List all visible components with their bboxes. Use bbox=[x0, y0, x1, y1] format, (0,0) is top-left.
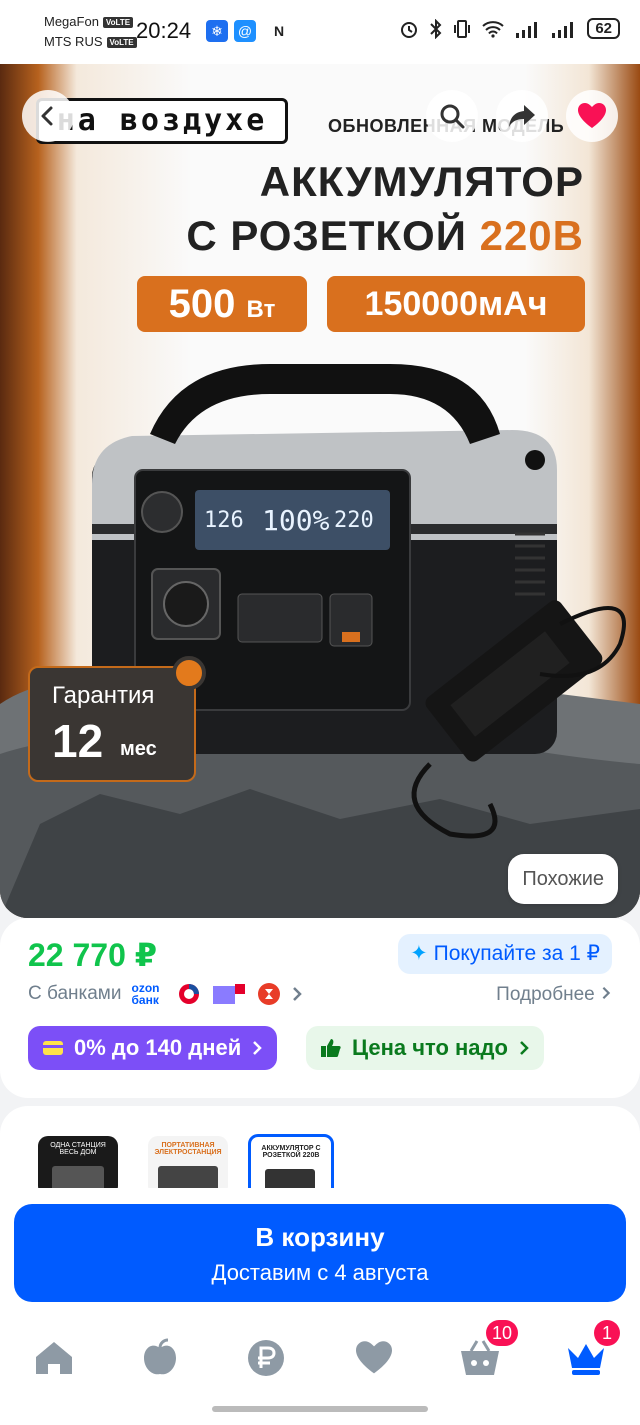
bank-logo-sovcom bbox=[258, 983, 281, 1005]
warranty-unit: мес bbox=[120, 738, 157, 760]
carrier-name: MegaFon bbox=[44, 14, 99, 29]
back-button[interactable] bbox=[22, 90, 74, 142]
carrier-primary: MegaFon VoLTE bbox=[44, 14, 134, 29]
thumbnail-caption: ОДНА СТАНЦИЯ ВЕСЬ ДОМ bbox=[50, 1142, 106, 1156]
product-image[interactable]: на воздухе ОБНОВЛЕННАЯ МОДЕЛЬ АККУМУЛЯТО… bbox=[0, 64, 640, 918]
arrow-left-icon bbox=[41, 106, 53, 126]
installment-button[interactable]: 0% до 140 дней bbox=[28, 1026, 278, 1070]
search-icon bbox=[440, 104, 465, 129]
crown-icon bbox=[568, 1344, 604, 1375]
warranty-badge: Гарантия 12 мес bbox=[28, 656, 206, 782]
chevron-right-icon bbox=[602, 986, 611, 1000]
banks-label: С банками bbox=[28, 983, 122, 1004]
cart-badge: 10 bbox=[486, 1320, 519, 1346]
price-card: 22 770 ₽ ✦ Покупайте за 1 ₽ С банками oz… bbox=[0, 918, 640, 1098]
power-value: 500 bbox=[168, 282, 236, 326]
bank-logo-red bbox=[179, 984, 200, 1004]
power-unit: Вт bbox=[246, 296, 276, 323]
nav-profile[interactable]: 1 bbox=[564, 1320, 620, 1380]
nav-fresh[interactable] bbox=[138, 1336, 182, 1380]
carrier-name: MTS RUS bbox=[44, 34, 103, 49]
volte-badge: VoLTE bbox=[102, 17, 134, 29]
bottom-navigation: 10 1 bbox=[0, 1314, 640, 1425]
apple-icon bbox=[144, 1338, 176, 1375]
lcd-input: 126 bbox=[204, 508, 244, 533]
snowflake-icon: ❄ bbox=[206, 20, 228, 42]
banks-row[interactable]: С банками ozon банк bbox=[28, 982, 303, 1006]
gesture-bar bbox=[212, 1406, 428, 1412]
battery-indicator: 62 bbox=[587, 18, 620, 39]
details-label: Подробнее bbox=[496, 984, 595, 1005]
fair-price-label: Цена что надо bbox=[352, 1035, 508, 1060]
alarm-icon bbox=[401, 21, 418, 38]
search-button[interactable] bbox=[426, 90, 478, 142]
warranty-value: 12 bbox=[52, 715, 104, 767]
lcd-percent: 100% bbox=[262, 504, 330, 537]
promo-label: Покупайте за 1 ₽ bbox=[433, 942, 600, 965]
chevron-right-icon bbox=[520, 1041, 529, 1055]
chevron-right-icon bbox=[253, 1041, 263, 1055]
lcd-output: 220 bbox=[334, 508, 374, 533]
profile-badge: 1 bbox=[594, 1320, 620, 1346]
nav-finance[interactable] bbox=[244, 1336, 288, 1380]
heart-icon bbox=[578, 103, 606, 128]
thumbnail-caption: ПОРТАТИВНАЯ ЭЛЕКТРОСТАНЦИЯ bbox=[154, 1142, 222, 1156]
at-icon: @ bbox=[234, 20, 256, 42]
signal-icon bbox=[552, 21, 574, 38]
share-icon bbox=[509, 105, 535, 127]
cart-label: В корзину bbox=[255, 1222, 385, 1252]
share-button[interactable] bbox=[496, 90, 548, 142]
clock: 20:24 bbox=[136, 18, 192, 43]
thumbnail-1[interactable]: ОДНА СТАНЦИЯ ВЕСЬ ДОМ bbox=[38, 1136, 118, 1196]
card-icon bbox=[43, 1041, 63, 1055]
title-text: С РОЗЕТКОЙ bbox=[186, 212, 467, 259]
similar-button[interactable]: Похожие bbox=[508, 854, 618, 904]
carrier-secondary: MTS RUS VoLTE bbox=[44, 34, 137, 49]
price-value: 22 770 ₽ bbox=[28, 937, 158, 973]
delivery-label: Доставим с 4 августа bbox=[211, 1260, 429, 1285]
promo-button[interactable]: ✦ Покупайте за 1 ₽ bbox=[398, 934, 612, 974]
details-link[interactable]: Подробнее bbox=[496, 984, 612, 1006]
thumbs-up-icon bbox=[321, 1039, 341, 1057]
nfc-icon: N bbox=[273, 23, 285, 39]
add-to-cart-button[interactable]: В корзину Доставим с 4 августа bbox=[14, 1204, 626, 1302]
home-icon bbox=[36, 1342, 72, 1374]
bank-logo-purple bbox=[213, 984, 246, 1004]
product-title-line1: АККУМУЛЯТОР bbox=[259, 158, 584, 205]
status-icons: 62 bbox=[399, 18, 620, 39]
nav-home[interactable] bbox=[32, 1336, 76, 1380]
volte-badge: VoLTE bbox=[106, 37, 137, 49]
chevron-right-icon bbox=[293, 987, 303, 1001]
ruble-icon bbox=[248, 1340, 284, 1376]
ozon-bank-logo: ozon банк bbox=[131, 981, 160, 1007]
product-title-line2: С РОЗЕТКОЙ 220В bbox=[186, 212, 584, 260]
brand-logo: на воздухе bbox=[36, 98, 288, 144]
warranty-label: Гарантия bbox=[52, 682, 155, 709]
vibrate-icon bbox=[454, 19, 471, 38]
capacity-badge: 150000мАч bbox=[327, 276, 585, 332]
fair-price-button[interactable]: Цена что надо bbox=[306, 1026, 544, 1070]
badge-dot bbox=[172, 656, 206, 690]
title-accent: 220В bbox=[479, 212, 584, 259]
wifi-icon bbox=[482, 20, 504, 38]
thumbnail-2[interactable]: ПОРТАТИВНАЯ ЭЛЕКТРОСТАНЦИЯ bbox=[148, 1136, 228, 1196]
nav-favorites[interactable] bbox=[352, 1336, 396, 1380]
status-bar: MegaFon VoLTE MTS RUS VoLTE 20:24 ❄ @ N 62 bbox=[0, 0, 640, 64]
sparkle-icon: ✦ bbox=[410, 942, 428, 965]
heart-icon bbox=[356, 1341, 392, 1374]
favorite-button[interactable] bbox=[566, 90, 618, 142]
power-badge: 500 Вт bbox=[137, 276, 307, 332]
bluetooth-icon bbox=[430, 18, 442, 39]
nav-cart[interactable]: 10 bbox=[458, 1320, 519, 1380]
installment-label: 0% до 140 дней bbox=[74, 1035, 242, 1060]
thumbnail-caption: АККУМУЛЯТОР С РОЗЕТКОЙ 220В bbox=[261, 1145, 321, 1159]
cart-panel: В корзину Доставим с 4 августа bbox=[0, 1188, 640, 1314]
signal-icon bbox=[516, 21, 538, 38]
